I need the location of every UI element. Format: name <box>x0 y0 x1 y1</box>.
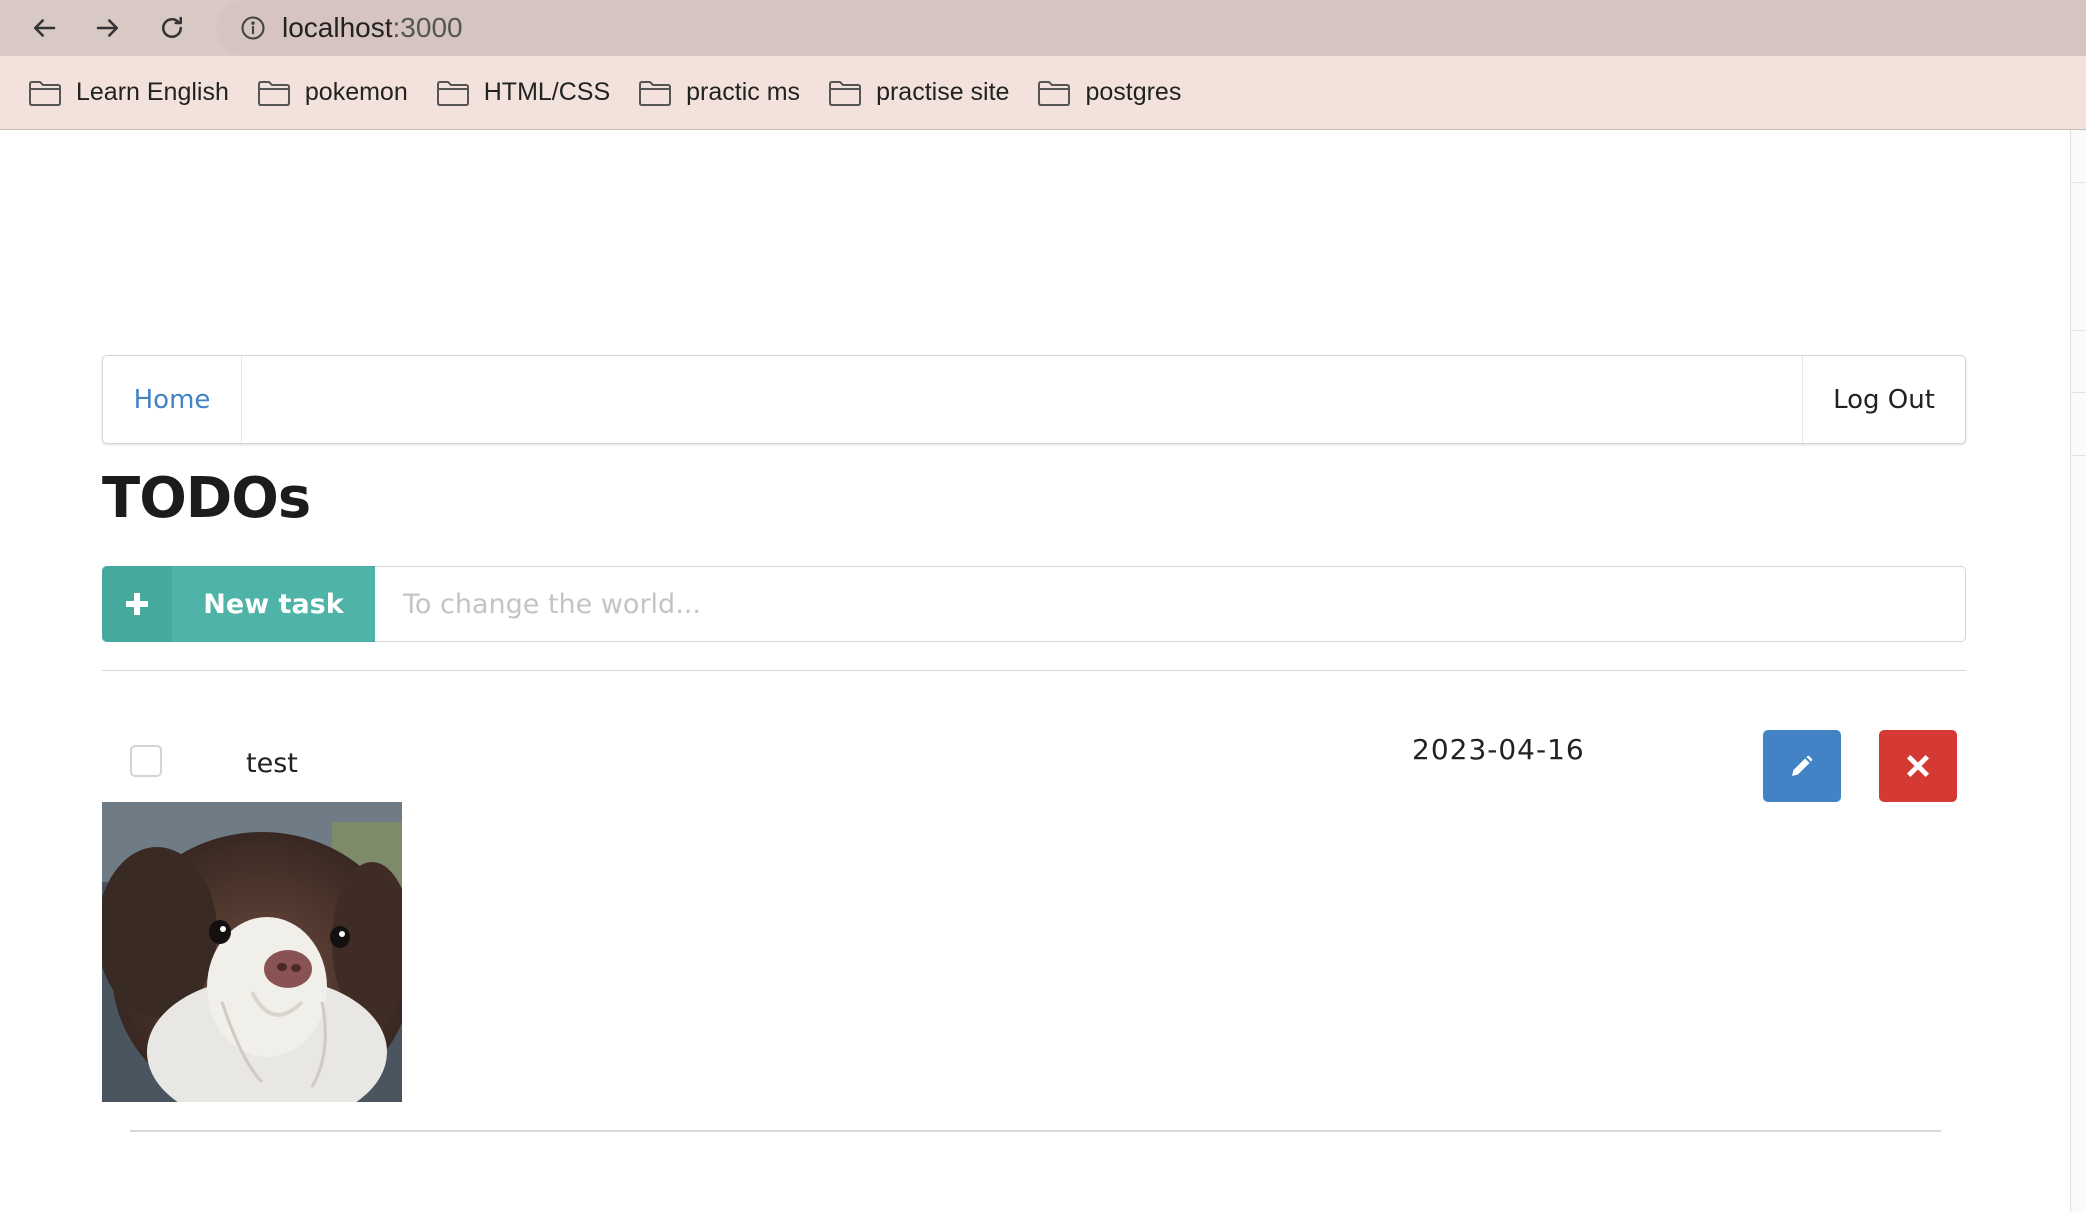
folder-icon <box>29 80 61 106</box>
bookmark-html-css[interactable]: HTML/CSS <box>436 78 610 107</box>
logout-link[interactable]: Log Out <box>1802 356 1965 443</box>
menu-home-link[interactable]: Home <box>103 356 242 443</box>
page-title: TODOs <box>102 466 311 531</box>
back-arrow-icon <box>34 19 56 37</box>
folder-icon <box>436 80 469 106</box>
pencil-icon <box>1792 755 1813 776</box>
scrollbar[interactable] <box>2070 130 2086 1212</box>
close-icon <box>1906 754 1930 778</box>
site-info-icon[interactable] <box>238 13 268 43</box>
browser-toolbar: localhost:3000 <box>0 0 2086 56</box>
divider <box>102 670 1966 671</box>
bookmark-label: practise site <box>876 78 1010 106</box>
url-text: localhost:3000 <box>282 12 463 44</box>
url-host: localhost <box>282 12 393 43</box>
bookmark-label: postgres <box>1085 78 1182 106</box>
plus-icon <box>102 566 172 642</box>
folder-icon <box>829 80 862 106</box>
address-bar[interactable]: localhost:3000 <box>216 0 2086 56</box>
bookmarks-bar: Learn English pokemon HTML/CSS practic m… <box>0 56 2086 130</box>
new-task-button[interactable]: New task <box>102 566 375 642</box>
todo-checkbox[interactable] <box>130 745 162 777</box>
todo-date: 2023-04-16 <box>1412 733 1585 766</box>
reload-icon <box>162 16 182 38</box>
bookmark-label: HTML/CSS <box>483 78 611 106</box>
new-task-label: New task <box>203 588 344 620</box>
todo-text: test <box>246 748 298 779</box>
delete-todo-button[interactable] <box>1879 730 1957 802</box>
bookmark-label: practic ms <box>686 78 801 106</box>
bookmark-learn-english[interactable]: Learn English <box>28 78 229 107</box>
bookmark-practise-site[interactable]: practise site <box>828 78 1009 107</box>
forward-button[interactable] <box>88 10 128 46</box>
folder-icon <box>1038 80 1071 106</box>
forward-arrow-icon <box>96 19 118 37</box>
top-menu: Home Log Out <box>102 355 1966 444</box>
edit-todo-button[interactable] <box>1763 730 1841 802</box>
divider <box>130 1130 1941 1132</box>
reload-button[interactable] <box>152 10 192 46</box>
bookmark-pokemon[interactable]: pokemon <box>257 78 408 107</box>
url-port: :3000 <box>392 12 463 43</box>
todo-image <box>102 802 402 1102</box>
bookmark-label: pokemon <box>304 78 408 106</box>
folder-icon <box>257 80 290 106</box>
new-task-input[interactable] <box>375 566 1966 642</box>
bookmark-label: Learn English <box>76 78 229 106</box>
folder-icon <box>639 80 672 106</box>
bookmark-postgres[interactable]: postgres <box>1037 78 1181 107</box>
bookmark-practic-ms[interactable]: practic ms <box>638 78 800 107</box>
back-button[interactable] <box>24 10 64 46</box>
dog-photo <box>102 802 402 1102</box>
